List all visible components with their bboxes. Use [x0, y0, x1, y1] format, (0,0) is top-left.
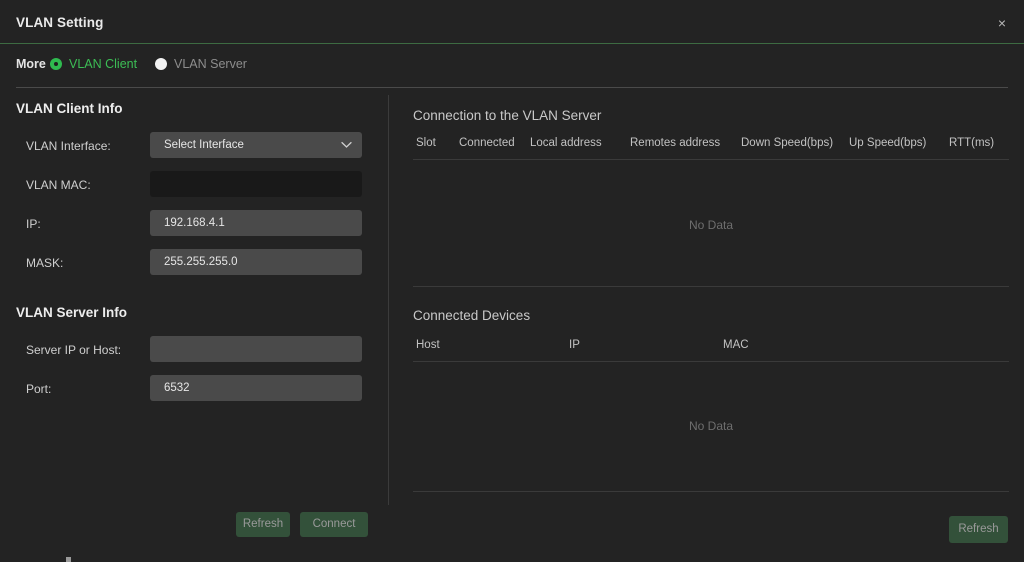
port-input[interactable]: 6532 [150, 375, 362, 401]
radio-vlan-server-label: VLAN Server [174, 57, 247, 71]
port-label: Port: [26, 382, 52, 396]
col-connected: Connected [459, 137, 515, 149]
vlan-interface-select[interactable]: Select Interface [150, 132, 362, 158]
mask-input[interactable]: 255.255.255.0 [150, 249, 362, 275]
right-pane: Connection to the VLAN Server Slot Conne… [389, 95, 1024, 562]
connection-panel-title: Connection to the VLAN Server [413, 108, 602, 123]
col-down-speed: Down Speed(bps) [741, 137, 834, 149]
left-pane: VLAN Client Info VLAN Interface: Select … [0, 95, 388, 562]
radio-selected-icon [50, 58, 62, 70]
radio-vlan-client-label: VLAN Client [69, 57, 138, 71]
radio-vlan-client[interactable]: VLAN Client [50, 55, 137, 73]
col-rtt: RTT(ms) [949, 137, 995, 149]
refresh-button-right[interactable]: Refresh [949, 516, 1008, 543]
devices-table-header-rule [413, 361, 1009, 362]
header-divider [16, 87, 1008, 88]
port-value: 6532 [164, 382, 190, 394]
vlan-mac-label: VLAN MAC: [26, 178, 91, 192]
server-ip-or-host-input[interactable] [150, 336, 362, 362]
vlan-server-info-title: VLAN Server Info [16, 305, 128, 320]
col-up-speed: Up Speed(bps) [849, 137, 927, 149]
vlan-setting-dialog: VLAN Setting × More VLAN Client VLAN Ser… [0, 0, 1024, 562]
radio-vlan-server[interactable]: VLAN Server [155, 55, 247, 73]
title-bar: VLAN Setting × [0, 0, 1024, 44]
connection-table-empty-text: No Data [688, 218, 734, 232]
ip-input[interactable]: 192.168.4.1 [150, 210, 362, 236]
devices-table-footer-rule [413, 491, 1009, 492]
col-remotes-address: Remotes address [630, 137, 721, 149]
devices-table-empty-text: No Data [688, 419, 734, 433]
vlan-interface-value: Select Interface [164, 139, 244, 151]
col-slot: Slot [416, 137, 436, 149]
col-ip: IP [569, 339, 580, 351]
col-local-address: Local address [530, 137, 602, 149]
vlan-interface-label: VLAN Interface: [26, 139, 111, 153]
mask-label: MASK: [26, 256, 64, 270]
more-label: More [16, 57, 46, 71]
mask-value: 255.255.255.0 [164, 256, 238, 268]
col-mac: MAC [723, 339, 749, 351]
devices-panel-title: Connected Devices [413, 308, 531, 323]
mode-selector-row: More VLAN Client VLAN Server [0, 45, 1024, 87]
refresh-button-left[interactable]: Refresh [236, 512, 290, 537]
cursor-marker [66, 557, 71, 562]
vlan-mac-input[interactable] [150, 171, 362, 197]
col-host: Host [416, 339, 440, 351]
connect-button[interactable]: Connect [300, 512, 368, 537]
ip-label: IP: [26, 217, 41, 231]
connection-table-header-rule [413, 159, 1009, 160]
server-ip-or-host-label: Server IP or Host: [26, 343, 122, 357]
vlan-client-info-title: VLAN Client Info [16, 101, 123, 116]
radio-unselected-icon [155, 58, 167, 70]
chevron-down-icon [341, 141, 352, 150]
connection-table-footer-rule [413, 286, 1009, 287]
ip-value: 192.168.4.1 [164, 217, 225, 229]
window-title: VLAN Setting [16, 15, 104, 30]
close-icon[interactable]: × [990, 12, 1014, 34]
